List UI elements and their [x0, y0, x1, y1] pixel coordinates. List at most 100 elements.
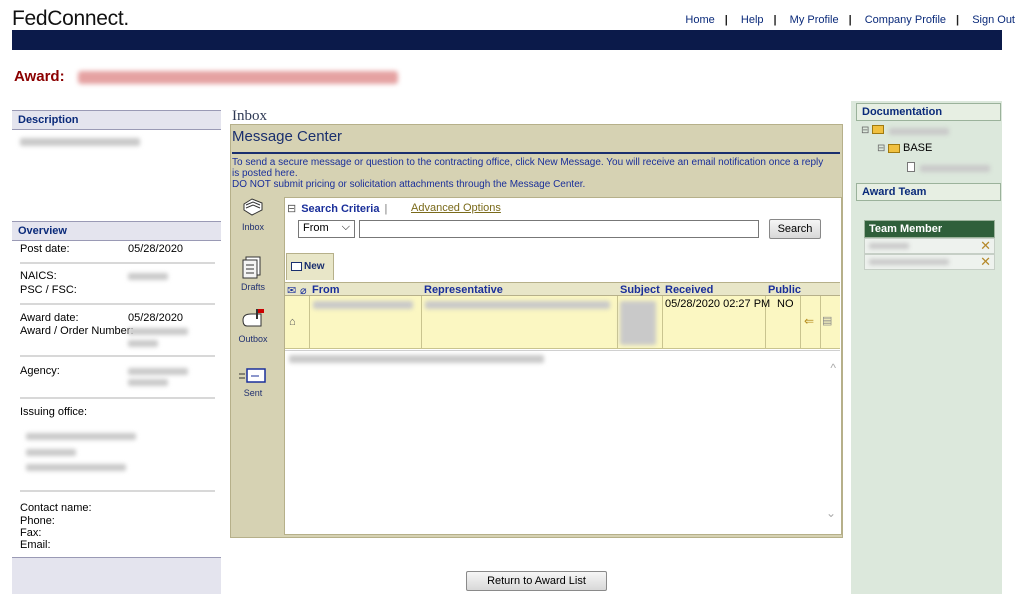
left-footer-band — [12, 557, 221, 594]
scroll-down-icon[interactable]: ⌄ — [826, 506, 836, 520]
new-message-tab[interactable]: New — [286, 253, 334, 280]
top-nav: Home | Help | My Profile | Company Profile |… — [685, 14, 1015, 26]
search-criteria-label: Search Criteria — [301, 203, 380, 215]
team-member-row: ✕ — [864, 238, 995, 254]
representative-redacted — [425, 301, 610, 309]
search-criteria-toggle[interactable]: ⊟ Search Criteria | — [287, 202, 387, 215]
documentation-header: Documentation — [856, 103, 1001, 121]
award-team-table: Team Member ✕ ✕ — [864, 220, 995, 272]
subject-redacted — [620, 301, 656, 345]
naics-label: NAICS: — [20, 270, 57, 282]
column-public[interactable]: Public — [768, 284, 801, 296]
agency-redacted-2 — [128, 379, 168, 386]
award-label: Award: — [14, 68, 65, 85]
left-column: Description Overview Post date: 05/28/20… — [12, 101, 221, 594]
root-folder-redacted — [889, 128, 949, 135]
description-redacted — [20, 138, 140, 146]
email-label: Email: — [20, 539, 51, 551]
divider — [20, 490, 215, 492]
phone-label: Phone: — [20, 515, 55, 527]
inbox-icon — [243, 198, 263, 216]
print-icon[interactable]: ▤ — [822, 314, 832, 327]
inbox-folder[interactable]: Inbox — [232, 196, 274, 232]
column-from[interactable]: From — [312, 284, 340, 296]
outbox-icon — [242, 309, 264, 327]
award-date-label: Award date: — [20, 312, 79, 324]
psc-label: PSC / FSC: — [20, 284, 77, 296]
divider — [20, 397, 215, 399]
inbox-folder-label: Inbox — [241, 222, 265, 232]
table-row[interactable]: ⌂ 05/28/2020 02:27 PM NO ⇐ ▤ — [285, 296, 840, 349]
agency-label: Agency: — [20, 365, 60, 377]
office-address-redacted — [26, 433, 136, 440]
team-member-header-label: Team Member — [869, 223, 943, 235]
drafts-folder[interactable]: Drafts — [232, 254, 274, 292]
naics-redacted — [128, 273, 168, 280]
office-address-redacted-3 — [26, 464, 126, 471]
document-redacted — [920, 165, 990, 172]
sent-folder[interactable]: Sent — [232, 366, 274, 398]
award-title-redacted — [78, 71, 398, 84]
column-received[interactable]: Received — [665, 284, 713, 296]
issuing-office-label: Issuing office: — [20, 406, 88, 418]
new-tab-label: New — [304, 261, 325, 272]
nav-sign-out-link[interactable]: Sign Out — [972, 14, 1015, 26]
team-member-row: ✕ — [864, 254, 995, 270]
inbox-title: Inbox — [232, 108, 267, 124]
drafts-folder-label: Drafts — [240, 282, 265, 292]
award-number-redacted — [128, 328, 188, 335]
remove-icon[interactable]: ✕ — [980, 239, 991, 253]
award-number-redacted-2 — [128, 340, 158, 347]
right-column: Documentation ⊟ ⊟ BASE Award Team — [851, 101, 1002, 594]
doc-tree: ⊟ ⊟ BASE — [859, 123, 999, 179]
fax-label: Fax: — [20, 527, 42, 539]
search-input[interactable] — [359, 220, 759, 238]
base-folder-label[interactable]: BASE — [903, 142, 932, 154]
team-member-header: Team Member — [864, 220, 995, 238]
nav-home-link[interactable]: Home — [685, 14, 714, 26]
return-to-award-list-button[interactable]: Return to Award List — [466, 571, 607, 591]
divider — [20, 355, 215, 357]
chevron-down-icon: ⌵ — [341, 221, 350, 233]
info-line-2: DO NOT submit pricing or solicitation at… — [232, 179, 586, 190]
remove-icon[interactable]: ✕ — [980, 255, 991, 269]
reply-arrow-icon[interactable]: ⇐ — [804, 314, 814, 328]
award-team-header: Award Team — [856, 183, 1001, 201]
search-button[interactable]: Search — [769, 219, 821, 239]
award-number-label: Award / Order Number: — [20, 325, 134, 337]
advanced-options-link[interactable]: Advanced Options — [411, 202, 501, 214]
nav-help-link[interactable]: Help — [741, 14, 764, 26]
drafts-icon — [242, 256, 261, 279]
agency-redacted — [128, 368, 188, 375]
public-cell: NO — [777, 298, 794, 310]
message-center-title: Message Center — [232, 128, 343, 145]
post-date-value: 05/28/2020 — [128, 243, 184, 255]
sent-icon — [239, 368, 266, 383]
nav-bar — [12, 30, 1002, 50]
post-date-label: Post date: — [20, 243, 70, 255]
message-center-info: To send a secure message or question to … — [232, 157, 832, 190]
sent-folder-label: Sent — [243, 388, 263, 398]
outbox-folder-label: Outbox — [238, 334, 268, 344]
column-representative[interactable]: Representative — [424, 284, 503, 296]
collapse-icon[interactable]: ⊟ — [861, 125, 869, 136]
read-envelope-icon: ⌂ — [289, 316, 296, 328]
collapse-icon: ⊟ — [287, 203, 297, 215]
from-redacted — [313, 301, 413, 309]
fedconnect-logo: FedConnect. — [12, 7, 129, 30]
member-name-redacted — [869, 243, 909, 249]
search-field-select[interactable]: From ⌵ — [298, 220, 355, 238]
scroll-up-icon[interactable]: ^ — [830, 361, 836, 375]
folder-icon — [872, 125, 884, 134]
column-subject[interactable]: Subject — [620, 284, 660, 296]
received-cell: 05/28/2020 02:27 PM — [665, 298, 771, 310]
title-rule — [232, 152, 840, 154]
nav-my-profile-link[interactable]: My Profile — [790, 14, 839, 26]
collapse-icon[interactable]: ⊟ — [877, 143, 885, 154]
member-name-redacted — [869, 259, 949, 265]
info-line-1: To send a secure message or question to … — [232, 157, 824, 179]
nav-company-profile-link[interactable]: Company Profile — [865, 14, 946, 26]
message-preview-pane: ^ ⌄ — [285, 350, 840, 533]
divider — [20, 262, 215, 264]
outbox-folder[interactable]: Outbox — [232, 308, 274, 344]
